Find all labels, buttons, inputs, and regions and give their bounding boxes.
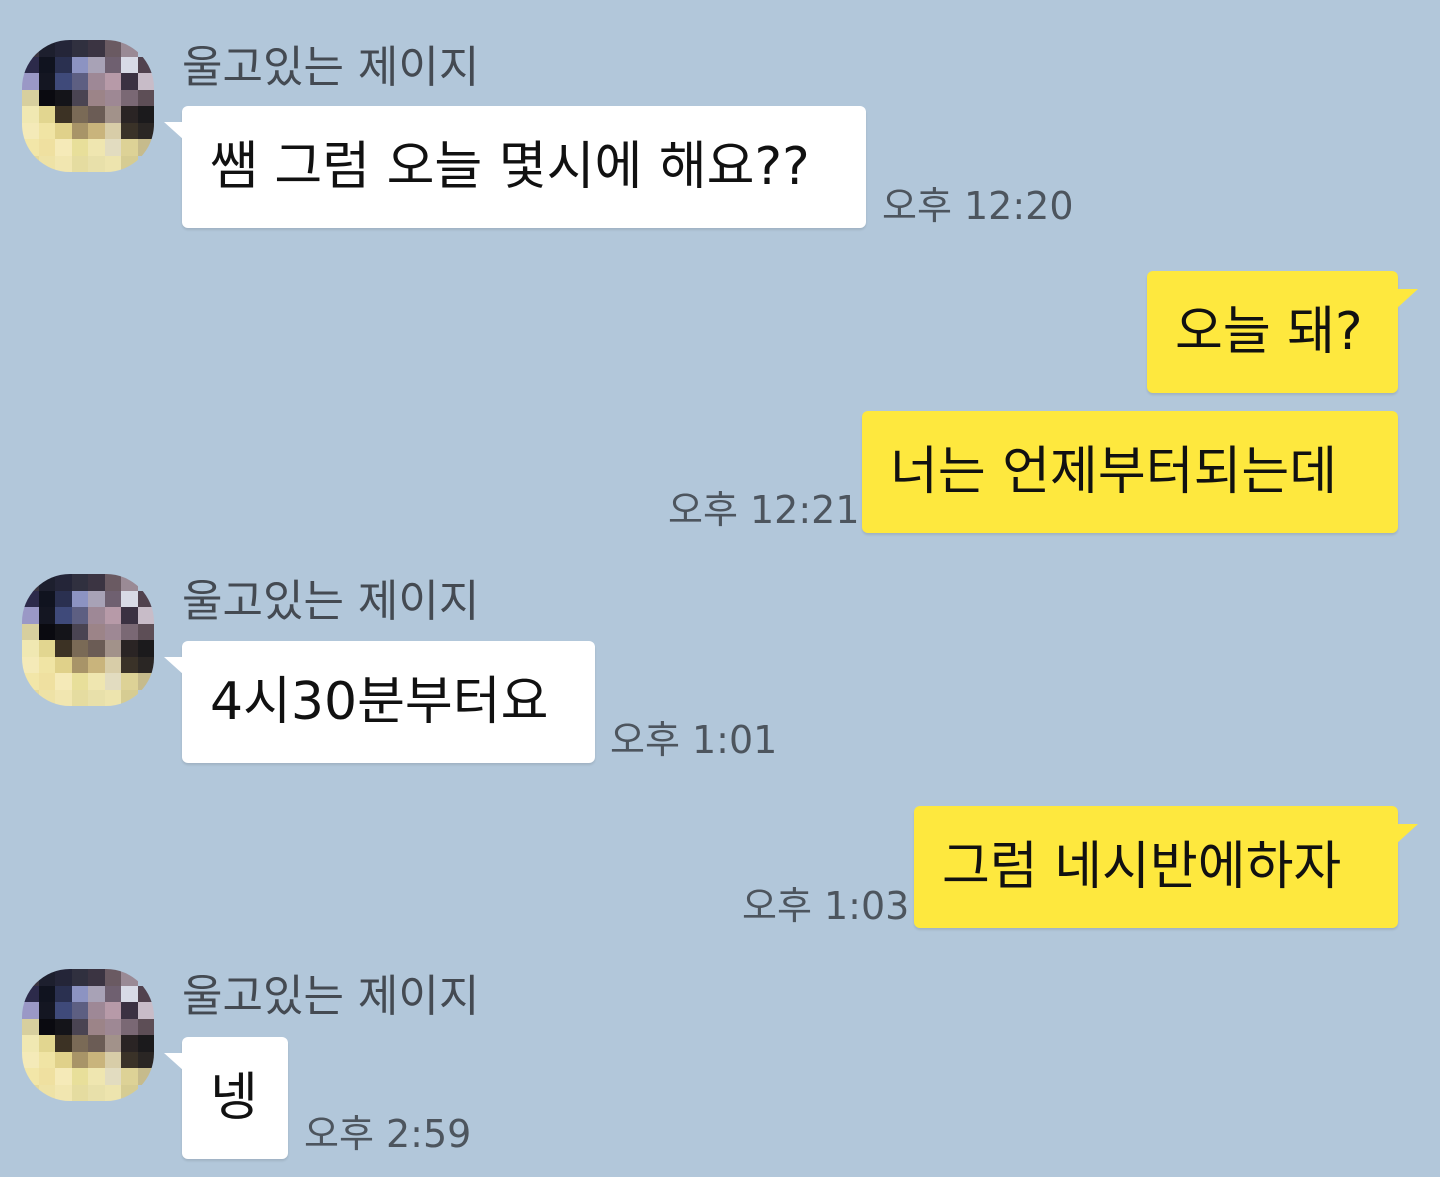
message-time: 오후 12:20: [882, 184, 1074, 228]
avatar[interactable]: [22, 969, 154, 1101]
message-time: 오후 2:59: [304, 1112, 472, 1156]
avatar[interactable]: [22, 40, 154, 172]
incoming-message-bubble[interactable]: 4시30분부터요: [164, 641, 595, 763]
incoming-message-bubble[interactable]: 넹: [164, 1037, 288, 1159]
message-time: 오후 12:21: [668, 488, 860, 532]
sender-name: 울고있는 제이지: [182, 42, 480, 93]
sender-name: 울고있는 제이지: [182, 576, 480, 627]
outgoing-message-bubble[interactable]: 오늘 돼?: [1147, 271, 1418, 393]
sender-name: 울고있는 제이지: [182, 971, 480, 1022]
incoming-message-bubble[interactable]: 쌤 그럼 오늘 몇시에 해요??: [164, 106, 866, 228]
message-time: 오후 1:01: [610, 718, 778, 762]
outgoing-message-bubble[interactable]: 그럼 네시반에하자: [914, 806, 1418, 928]
message-time: 오후 1:03: [742, 884, 910, 928]
avatar[interactable]: [22, 574, 154, 706]
outgoing-message-bubble[interactable]: 너는 언제부터되는데: [862, 411, 1398, 533]
